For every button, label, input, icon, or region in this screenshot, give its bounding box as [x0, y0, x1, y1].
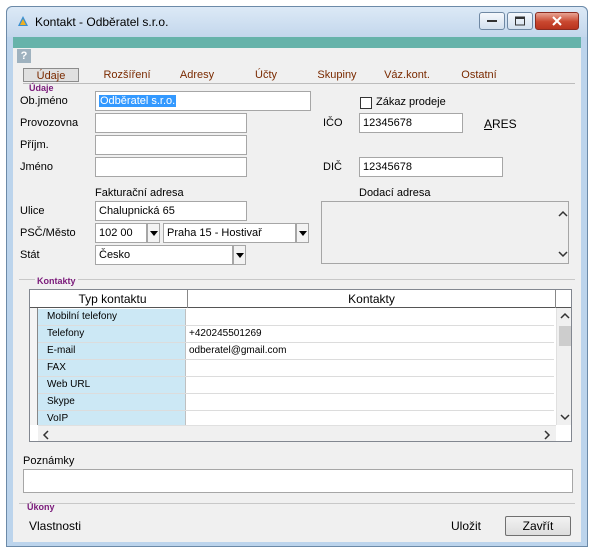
table-row[interactable]: Web URL — [38, 377, 554, 394]
help-icon[interactable]: ? — [17, 49, 31, 63]
close-button[interactable] — [535, 12, 579, 30]
grid-horizontal-scrollbar[interactable] — [38, 425, 556, 441]
stat-dropdown-button[interactable] — [233, 245, 246, 265]
app-icon — [18, 16, 28, 26]
tab-strip: Údaje Rozšíření Adresy Účty Skupiny Váz.… — [13, 68, 581, 84]
minimize-icon — [487, 20, 497, 22]
obj-jmeno-field[interactable]: Odběratel s.r.o. — [95, 91, 311, 111]
ico-field[interactable]: 12345678 — [359, 113, 463, 133]
psc-mesto-label: PSČ/Město — [20, 227, 76, 239]
tab-ostatni[interactable]: Ostatní — [457, 68, 501, 82]
ares-label-rest: RES — [492, 117, 517, 131]
tab-skupiny[interactable]: Skupiny — [313, 68, 361, 82]
mesto-dropdown-button[interactable] — [296, 223, 309, 243]
section-kontakty-label: Kontakty — [35, 276, 78, 286]
contact-type-cell: FAX — [38, 360, 186, 376]
grid-header-typ[interactable]: Typ kontaktu — [38, 290, 188, 308]
jmeno-field[interactable] — [95, 157, 247, 177]
contacts-grid: Typ kontaktu Kontakty Mobilní telefony T… — [29, 289, 572, 442]
stat-field[interactable]: Česko — [95, 245, 233, 265]
jmeno-label: Jméno — [20, 161, 54, 173]
ico-label: IČO — [323, 117, 343, 129]
window-title: Kontakt - Odběratel s.r.o. — [35, 15, 169, 29]
ulice-field[interactable]: Chalupnická 65 — [95, 201, 247, 221]
table-row[interactable]: FAX — [38, 360, 554, 377]
provozovna-label: Provozovna — [20, 117, 79, 129]
stat-label: Stát — [20, 249, 40, 261]
scroll-thumb[interactable] — [559, 326, 571, 346]
close-icon — [552, 16, 562, 26]
dodaci-adresa-label: Dodací adresa — [359, 187, 431, 199]
tab-udaje[interactable]: Údaje — [23, 68, 79, 82]
contact-type-cell: Mobilní telefony — [38, 309, 186, 325]
table-row[interactable]: E-mail odberatel@gmail.com — [38, 343, 554, 360]
scroll-left-icon[interactable] — [42, 430, 50, 440]
table-row[interactable]: Mobilní telefony — [38, 309, 554, 326]
tab-vaz-kont[interactable]: Váz.kont. — [379, 68, 435, 82]
tab-rozsireni[interactable]: Rozšíření — [99, 68, 155, 82]
table-row[interactable]: Skype — [38, 394, 554, 411]
chevron-down-icon — [299, 231, 307, 236]
contact-value-cell[interactable]: odberatel@gmail.com — [189, 343, 286, 359]
scroll-down-icon[interactable] — [558, 250, 568, 258]
minimize-button[interactable] — [479, 12, 505, 30]
scroll-down-icon[interactable] — [560, 413, 570, 421]
ulozit-button[interactable]: Uložit — [451, 519, 481, 533]
ulice-label: Ulice — [20, 205, 45, 217]
poznamky-field[interactable] — [23, 469, 573, 493]
tab-separator — [23, 83, 575, 84]
provozovna-field[interactable] — [95, 113, 247, 133]
prijm-field[interactable] — [95, 135, 247, 155]
section-udaje-label: Údaje — [29, 83, 54, 93]
dic-field[interactable]: 12345678 — [359, 157, 503, 177]
contact-window: Kontakt - Odběratel s.r.o. ? Údaje Rozší… — [6, 6, 588, 547]
zakaz-prodeje-checkbox[interactable] — [360, 97, 372, 109]
tab-adresy[interactable]: Adresy — [173, 68, 221, 82]
scroll-right-icon[interactable] — [543, 430, 551, 440]
row-selector-column — [30, 308, 38, 425]
ukony-group-border — [19, 503, 575, 504]
kontakty-group-border — [19, 279, 575, 280]
chevron-down-icon — [150, 231, 158, 236]
contact-type-cell: Skype — [38, 394, 186, 410]
mesto-field[interactable]: Praha 15 - Hostivař — [163, 223, 296, 243]
client-area: ? Údaje Rozšíření Adresy Účty Skupiny Vá… — [13, 37, 581, 542]
grid-vertical-scrollbar[interactable] — [556, 308, 571, 425]
ares-link[interactable]: ARES — [484, 117, 517, 131]
contact-value-cell[interactable]: +420245501269 — [189, 326, 262, 342]
tab-ucty[interactable]: Účty — [251, 68, 281, 82]
contact-type-cell: E-mail — [38, 343, 186, 359]
maximize-button[interactable] — [507, 12, 533, 30]
grid-header: Typ kontaktu Kontakty — [30, 290, 571, 308]
chevron-down-icon — [236, 253, 244, 258]
scroll-up-icon[interactable] — [558, 210, 568, 218]
zakaz-prodeje-label: Zákaz prodeje — [376, 96, 446, 108]
psc-dropdown-button[interactable] — [147, 223, 160, 243]
poznamky-label: Poznámky — [23, 455, 75, 467]
fakturacni-adresa-label: Fakturační adresa — [95, 187, 184, 199]
prijm-label: Příjm. — [20, 139, 49, 151]
contact-type-cell: Web URL — [38, 377, 186, 393]
dodaci-adresa-field[interactable] — [321, 201, 569, 264]
maximize-icon — [515, 16, 525, 26]
zavrit-button[interactable]: Zavřít — [505, 516, 571, 536]
accent-bar — [13, 37, 581, 48]
obj-jmeno-value: Odběratel s.r.o. — [99, 95, 177, 107]
obj-jmeno-label: Ob.jméno — [20, 95, 68, 107]
grid-header-kontakty[interactable]: Kontakty — [188, 290, 556, 308]
vlastnosti-button[interactable]: Vlastnosti — [29, 519, 81, 533]
title-bar[interactable]: Kontakt - Odběratel s.r.o. — [7, 7, 587, 37]
scroll-up-icon[interactable] — [560, 312, 570, 320]
dic-label: DIČ — [323, 161, 342, 173]
section-ukony-label: Úkony — [27, 502, 55, 512]
psc-field[interactable]: 102 00 — [95, 223, 147, 243]
table-row[interactable]: Telefony +420245501269 — [38, 326, 554, 343]
contact-type-cell: Telefony — [38, 326, 186, 342]
